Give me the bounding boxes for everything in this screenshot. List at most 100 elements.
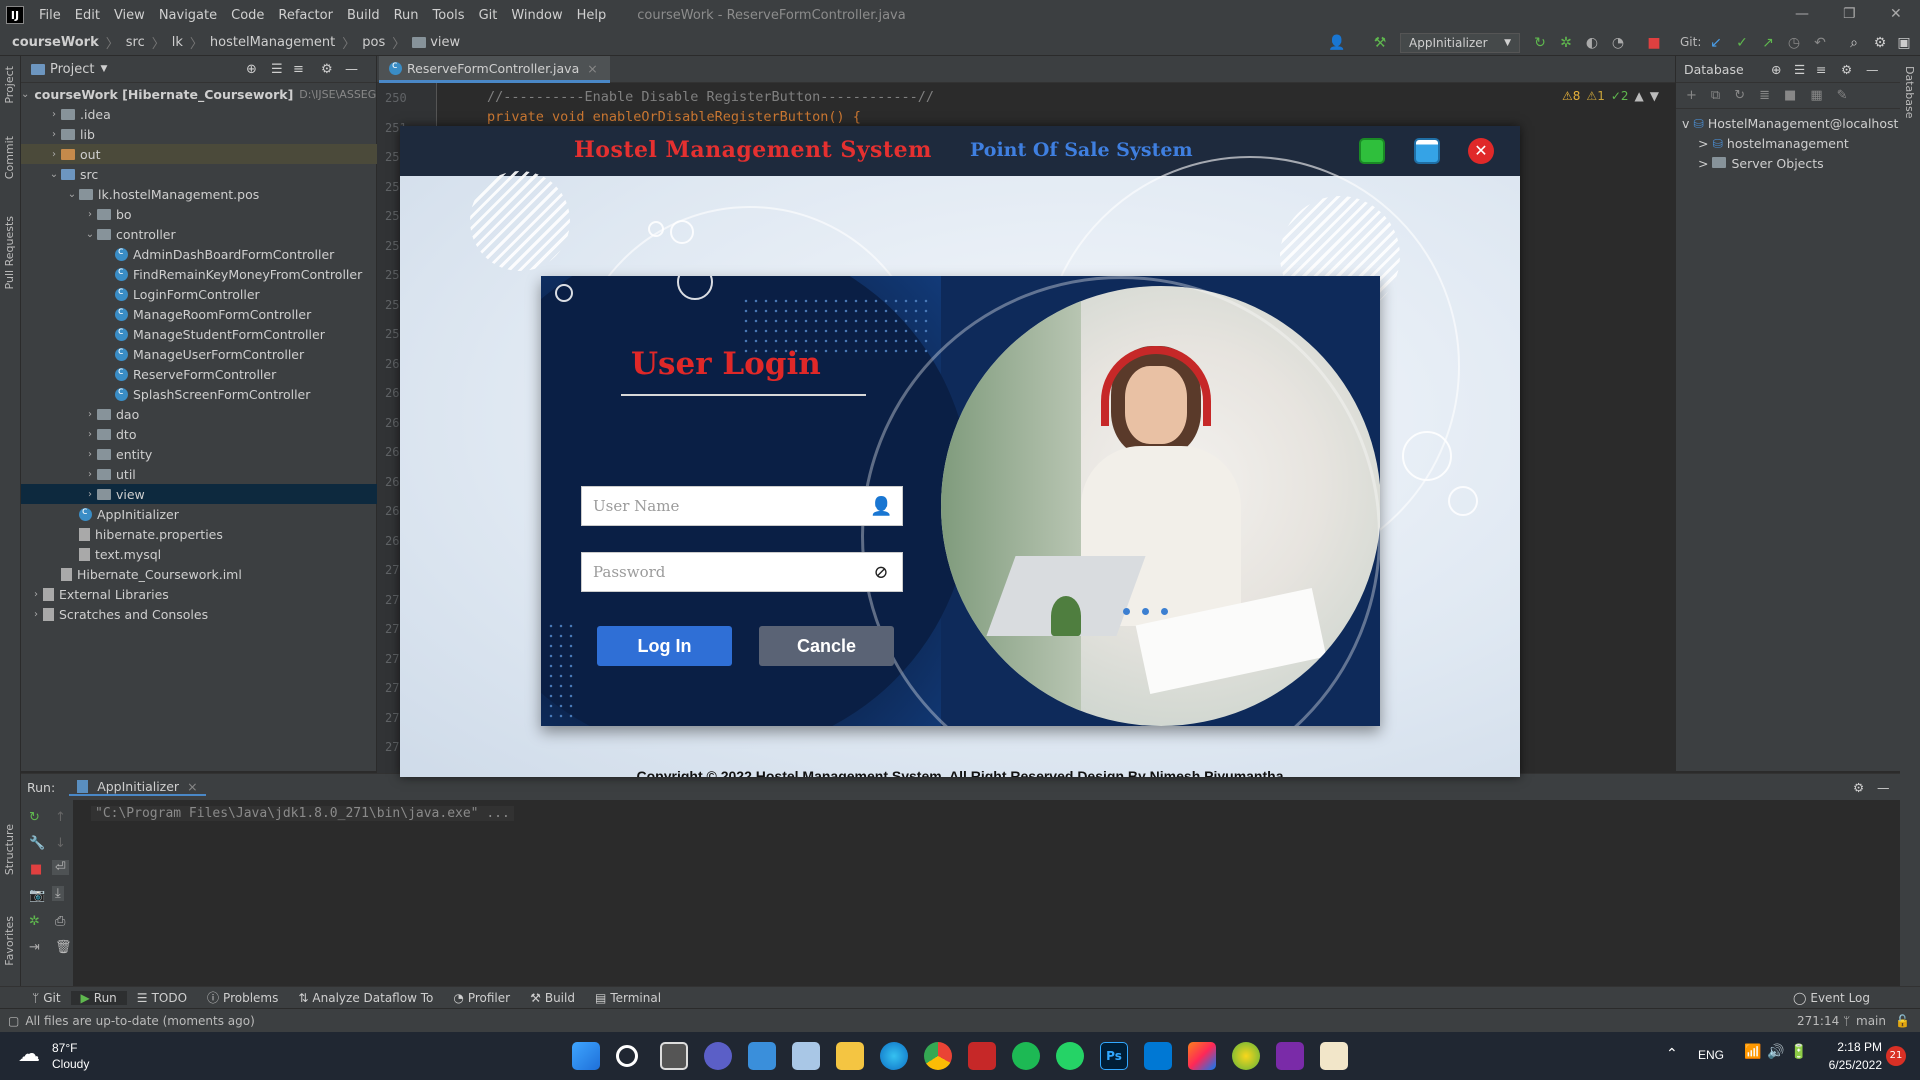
coverage-icon[interactable]: ◐ [1584,35,1600,51]
breadcrumb-project[interactable]: courseWork [12,35,99,50]
weather-text[interactable]: Cloudy [52,1057,89,1071]
visual-studio-icon[interactable] [1276,1042,1304,1070]
side-tab-project[interactable]: Project [3,66,16,104]
app-icon[interactable] [1232,1042,1260,1070]
tree-item[interactable]: › Scratches and Consoles [21,604,377,624]
tree-item[interactable]: › .idea [21,104,377,124]
settings-gear-icon[interactable]: ⚙ [1872,35,1888,51]
tool-tab-profiler[interactable]: ◔ Profiler [443,991,520,1005]
db-item-schema[interactable]: > ⛁ hostelmanagement [1682,134,1898,154]
lock-icon[interactable]: 🔓 [1895,1014,1910,1028]
teams-chat-icon[interactable] [704,1042,732,1070]
breadcrumb-src[interactable]: src [126,35,145,50]
project-panel-title[interactable]: Project [50,62,94,77]
tree-item[interactable]: ManageRoomFormController [21,304,377,324]
side-tab-favorites[interactable]: Favorites [3,916,16,966]
tree-item[interactable]: SplashScreenFormController [21,384,377,404]
stop-icon[interactable]: ■ [30,862,42,877]
windows-start-icon[interactable] [572,1042,600,1070]
tool-tab-analyze-dataflow[interactable]: ⇅ Analyze Dataflow To [288,991,443,1005]
git-push-icon[interactable]: ↗ [1760,35,1776,51]
camera-icon[interactable]: 📷 [29,888,45,903]
panel-settings-icon[interactable]: ⚙ [1853,780,1864,795]
chevron-right-icon[interactable]: › [47,129,61,140]
refresh-icon[interactable]: ↻ [1734,88,1745,103]
menu-tools[interactable]: Tools [426,8,472,23]
clock-time[interactable]: 2:18 PM [1822,1040,1882,1054]
hide-panel-icon[interactable]: — [1877,780,1890,795]
anydesk-icon[interactable] [968,1042,996,1070]
weather-temp[interactable]: 87°F [52,1041,77,1055]
debug-icon[interactable]: ✲ [29,914,40,929]
tree-item[interactable]: ⌄ controller [21,224,377,244]
side-tab-commit[interactable]: Commit [3,136,16,179]
table-icon[interactable]: ▦ [1810,88,1822,103]
panel-settings-icon[interactable]: ⚙ [1841,62,1852,77]
search-icon[interactable]: ⌕ [1846,35,1862,51]
chevron-right-icon[interactable]: › [47,109,61,120]
close-tab-icon[interactable]: × [187,779,197,794]
breadcrumb-hostelmanagement[interactable]: hostelManagement [210,35,335,50]
wifi-icon[interactable]: 📶 [1744,1044,1761,1060]
photos-icon[interactable] [792,1042,820,1070]
mail-icon[interactable] [748,1042,776,1070]
menu-code[interactable]: Code [224,8,271,23]
build-hammer-icon[interactable]: ⚒ [1372,35,1388,51]
edge-browser-icon[interactable] [880,1042,908,1070]
clock-date[interactable]: 6/25/2022 [1812,1058,1882,1072]
tree-item[interactable]: FindRemainKeyMoneyFromController [21,264,377,284]
login-button[interactable]: Log In [597,626,732,666]
file-explorer-icon[interactable] [836,1042,864,1070]
tree-item[interactable]: AdminDashBoardFormController [21,244,377,264]
chevron-right-icon[interactable]: › [83,469,97,480]
run-tab-appinitializer[interactable]: AppInitializer × [69,779,206,796]
search-icon[interactable] [616,1045,638,1067]
menu-file[interactable]: File [32,8,68,23]
tree-item[interactable]: ManageStudentFormController [21,324,377,344]
weather-cloud-icon[interactable]: ☁ [18,1042,40,1067]
battery-icon[interactable]: 🔋 [1790,1044,1807,1060]
tree-item[interactable]: Hibernate_Coursework.iml [21,564,377,584]
rerun-icon[interactable]: ↻ [29,810,40,825]
tool-tab-run[interactable]: ▶ Run [70,990,127,1005]
tree-item[interactable]: text.mysql [21,544,377,564]
rerun-icon[interactable]: ↻ [1532,35,1548,51]
vscode-icon[interactable] [1144,1042,1172,1070]
tree-item[interactable]: › bo [21,204,377,224]
eye-slash-icon[interactable]: ⊘ [870,562,892,584]
menu-window[interactable]: Window [504,8,569,23]
hide-panel-icon[interactable]: — [345,62,358,77]
tree-item[interactable]: hibernate.properties [21,524,377,544]
chevron-down-icon[interactable]: ⌄ [47,169,61,180]
tool-tab-todo[interactable]: ☰ TODO [127,991,197,1005]
chevron-down-icon[interactable]: ⌄ [83,229,97,240]
revert-icon[interactable]: ↶ [1812,35,1828,51]
hide-panel-icon[interactable]: — [1866,62,1879,77]
print-icon[interactable]: ⎙ [55,914,65,929]
tree-item[interactable]: › util [21,464,377,484]
tree-item[interactable]: › out [21,144,377,164]
locate-icon[interactable]: ⊕ [1771,62,1781,77]
tool-tab-build[interactable]: ⚒ Build [520,991,585,1005]
debug-icon[interactable]: ✲ [1558,35,1574,51]
language-indicator[interactable]: ENG [1698,1048,1724,1062]
tool-tab-problems[interactable]: ⓘ Problems [197,989,288,1006]
side-tab-pull-requests[interactable]: Pull Requests [3,216,16,289]
notification-badge[interactable]: 21 [1886,1046,1906,1066]
username-field[interactable]: User Name 👤 [581,486,903,526]
code-line[interactable]: //----------Enable Disable RegisterButto… [487,89,934,105]
minimize-app-icon[interactable] [1359,138,1385,164]
filter-icon[interactable]: ≣ [1759,88,1770,103]
chevron-right-icon[interactable]: › [83,409,97,420]
side-tab-structure[interactable]: Structure [3,824,16,875]
run-configuration-select[interactable]: AppInitializer ▼ [1400,33,1520,53]
code-line[interactable]: private void enableOrDisableRegisterButt… [487,109,861,125]
breadcrumb-view[interactable]: view [430,35,460,50]
tree-item[interactable]: › view [21,484,377,504]
photoshop-icon[interactable]: Ps [1100,1042,1128,1070]
collapse-all-icon[interactable]: ≡ [1816,62,1826,77]
locate-icon[interactable]: ⊕ [246,62,257,77]
chevron-right-icon[interactable]: › [83,449,97,460]
wrench-icon[interactable]: 🔧 [29,836,45,851]
tree-item[interactable]: › entity [21,444,377,464]
